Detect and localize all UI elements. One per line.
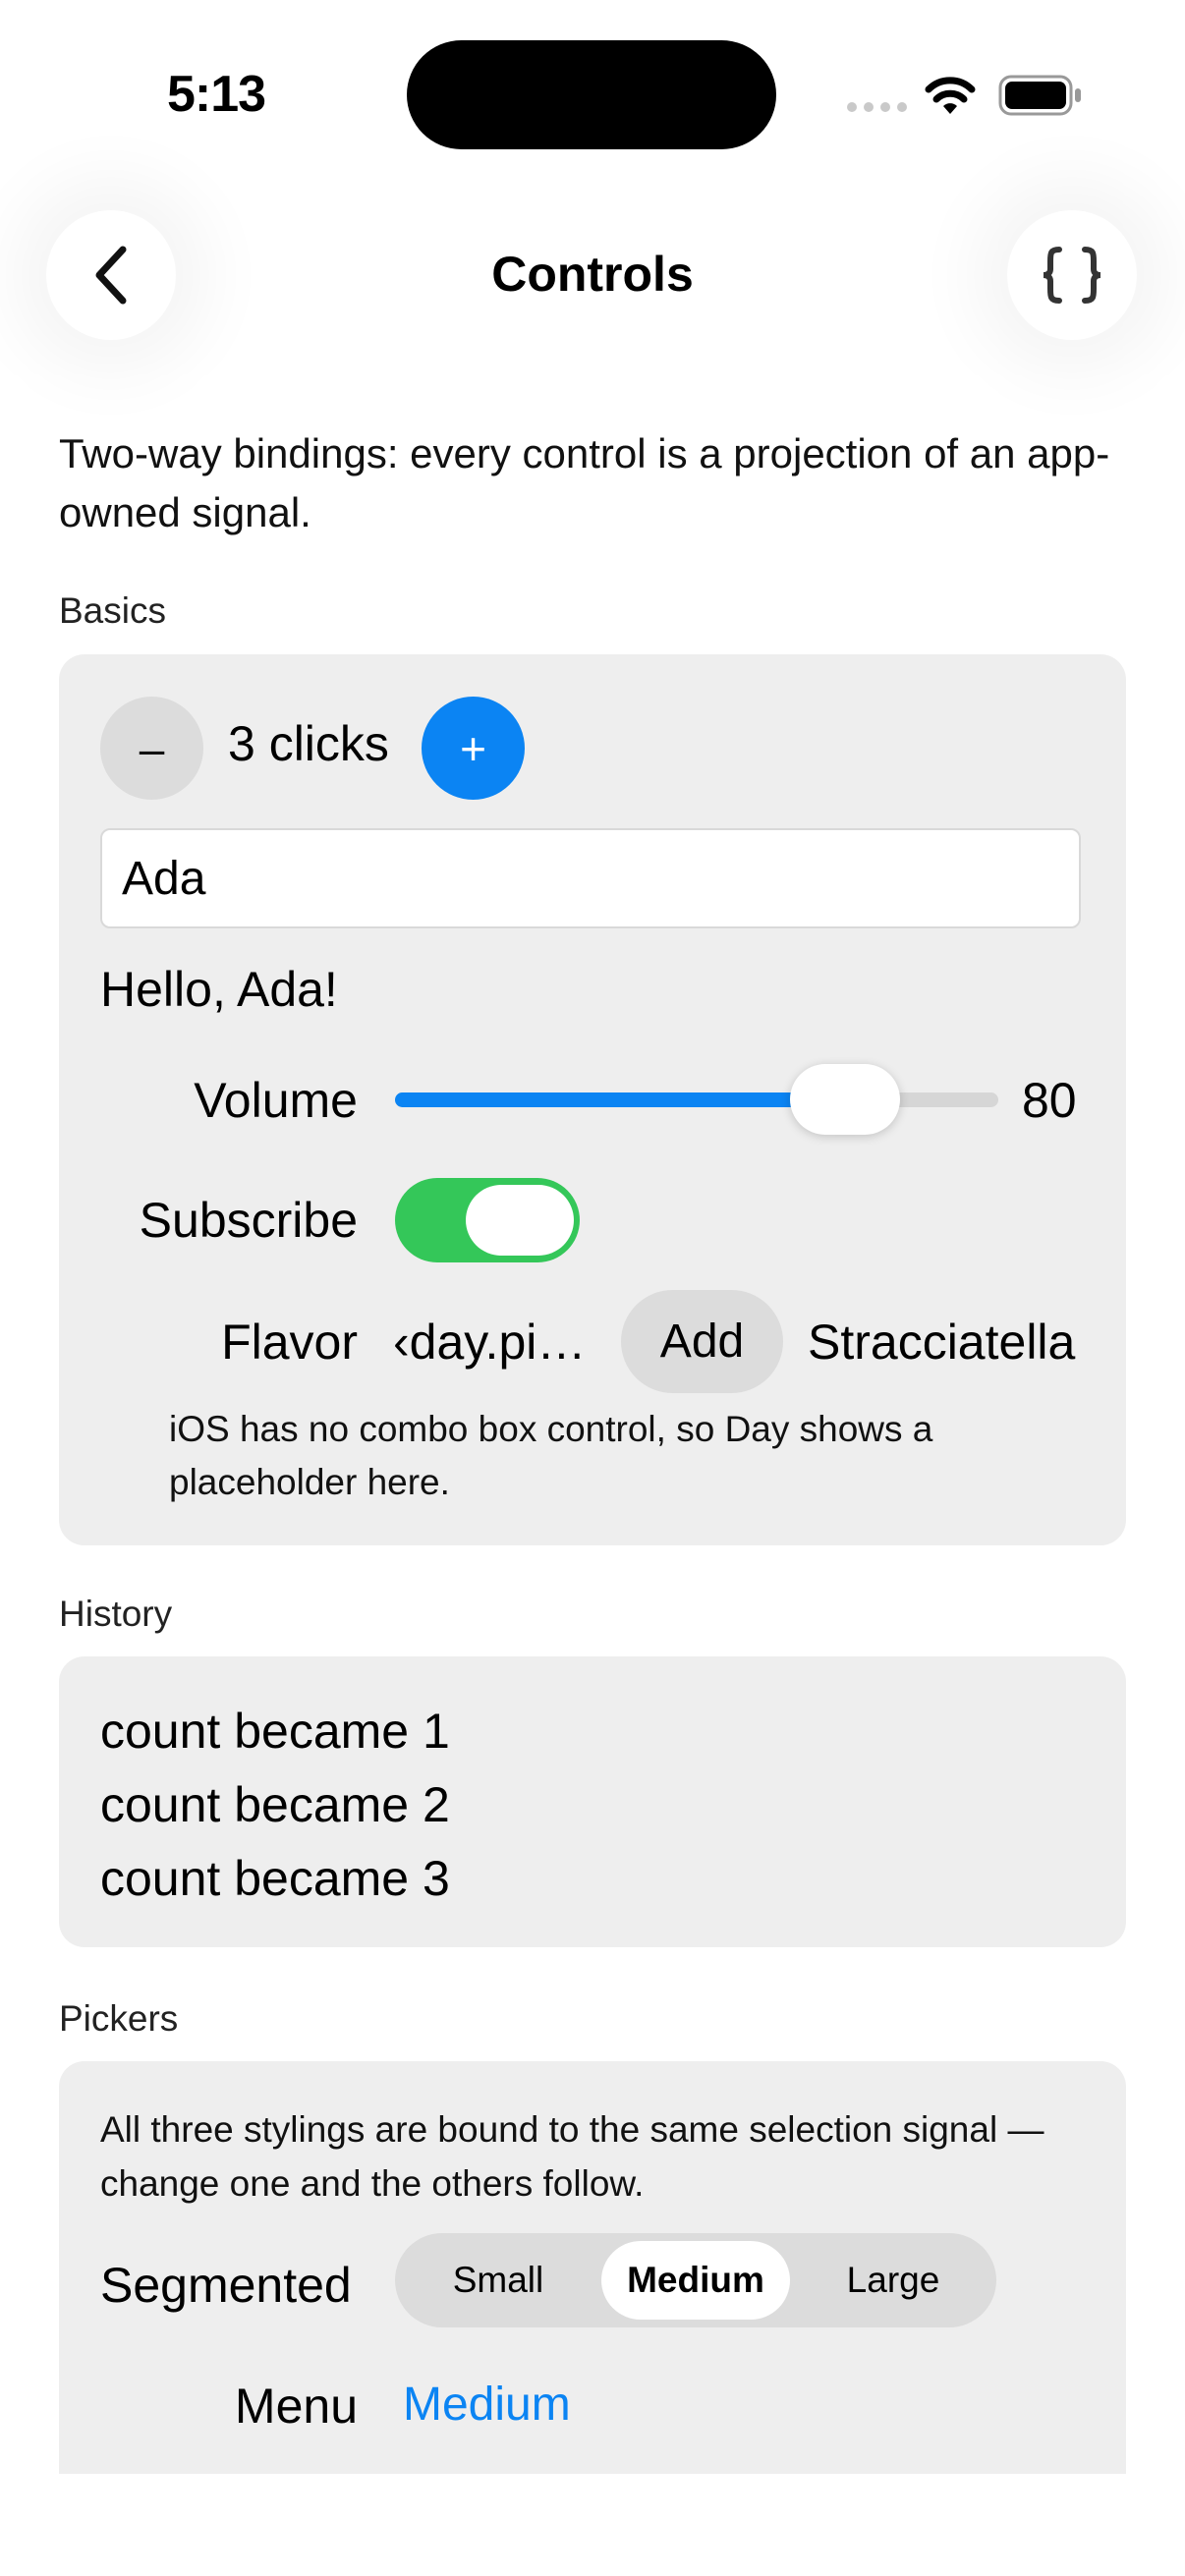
volume-label: Volume — [194, 1073, 358, 1128]
flavor-label: Flavor — [221, 1315, 358, 1370]
source-code-button[interactable] — [1007, 210, 1137, 340]
subscribe-toggle-knob — [466, 1185, 574, 1256]
section-label-history: History — [59, 1594, 173, 1634]
battery-icon — [998, 75, 1081, 116]
history-item: count became 2 — [100, 1777, 450, 1832]
status-time: 5:13 — [167, 66, 266, 123]
subscribe-label: Subscribe — [139, 1193, 358, 1248]
greeting-text: Hello, Ada! — [100, 962, 338, 1017]
segmented-label: Segmented — [100, 2258, 352, 2313]
curly-braces-icon — [1043, 247, 1101, 304]
section-label-basics: Basics — [59, 590, 166, 631]
flavor-value: Stracciatella — [808, 1315, 1076, 1370]
pickers-description: All three stylings are bound to the same… — [100, 2109, 1044, 2204]
volume-slider-thumb[interactable] — [790, 1064, 900, 1135]
menu-label: Menu — [234, 2379, 358, 2434]
segment-medium[interactable]: Medium — [601, 2241, 790, 2320]
size-menu-picker[interactable]: Medium — [403, 2378, 571, 2432]
wifi-icon — [925, 77, 976, 114]
size-segmented-control[interactable]: Small Medium Large — [395, 2233, 996, 2327]
flavor-combo-placeholder[interactable]: ‹day.pi… — [393, 1314, 586, 1371]
dynamic-island — [407, 40, 776, 149]
volume-value: 80 — [1022, 1073, 1077, 1128]
history-item: count became 3 — [100, 1851, 450, 1906]
add-flavor-button[interactable]: Add — [621, 1290, 783, 1393]
segment-large[interactable]: Large — [800, 2241, 987, 2320]
intro-text: Two-way bindings: every control is a pro… — [59, 430, 1110, 535]
segment-small[interactable]: Small — [405, 2241, 592, 2320]
increment-button[interactable]: + — [422, 697, 525, 800]
cellular-signal-icon — [847, 102, 907, 112]
name-input[interactable] — [100, 828, 1081, 928]
combo-box-note: iOS has no combo box control, so Day sho… — [169, 1409, 933, 1502]
decrement-button[interactable]: – — [100, 697, 203, 800]
click-count: 3 clicks — [228, 716, 389, 771]
volume-slider[interactable] — [395, 1092, 998, 1107]
section-label-pickers: Pickers — [59, 1998, 179, 2039]
history-item: count became 1 — [100, 1704, 450, 1759]
